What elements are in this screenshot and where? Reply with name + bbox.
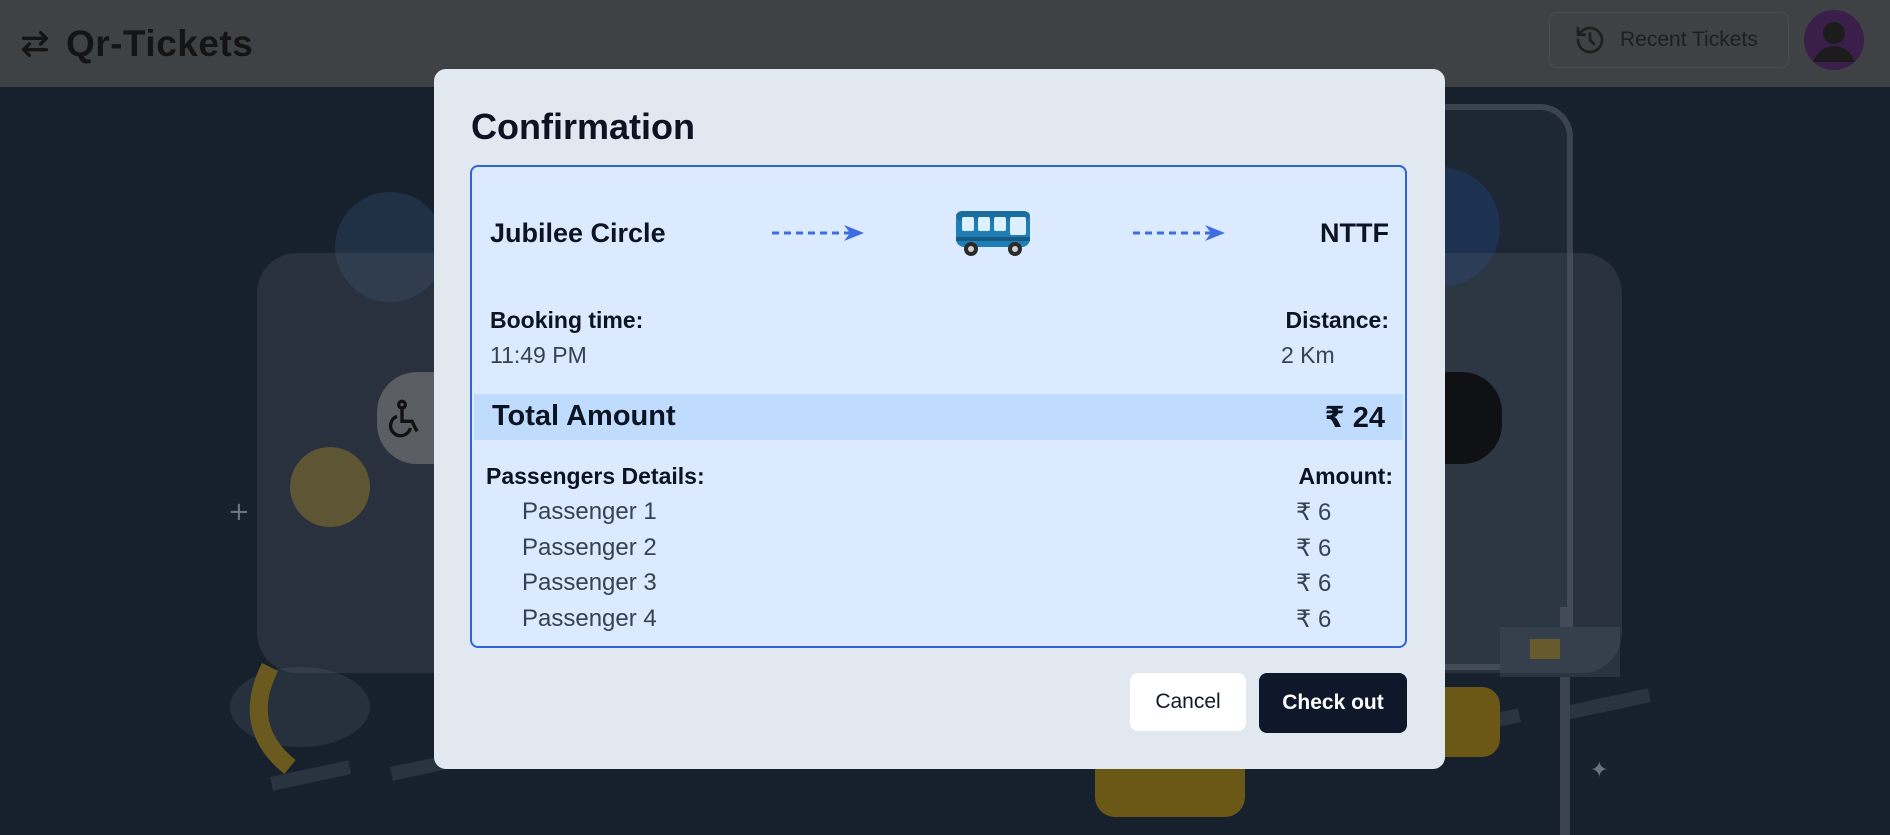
passenger-amount: ₹ 6: [1296, 570, 1332, 597]
passengers-details-label: Passengers Details:: [486, 463, 705, 489]
passenger-name: Passenger 1: [522, 498, 657, 525]
distance-value: 2 Km: [1281, 342, 1335, 368]
route: Jubilee Circle NTTF: [490, 211, 1389, 256]
dashed-arrow-icon: [772, 225, 864, 241]
recent-tickets-button[interactable]: Recent Tickets: [1549, 12, 1789, 68]
history-icon: [1576, 26, 1604, 54]
route-to: NTTF: [1320, 218, 1389, 248]
total-amount-label: Total Amount: [492, 400, 676, 432]
dashed-arrow-icon: [1133, 225, 1225, 241]
swap-arrows-icon: [21, 30, 49, 57]
brand[interactable]: Qr-Tickets: [18, 23, 253, 65]
accessibility-icon: [388, 399, 419, 438]
svg-text:+: +: [228, 497, 250, 527]
dialog-title: Confirmation: [471, 106, 695, 147]
recent-tickets-label: Recent Tickets: [1620, 28, 1758, 51]
passenger-amount: ₹ 6: [1296, 606, 1332, 633]
ticket-summary: Jubilee Circle NTTF Booking time: 11:49 …: [470, 165, 1407, 648]
cancel-button[interactable]: Cancel: [1130, 673, 1246, 731]
booking-time-label: Booking time:: [490, 307, 644, 333]
amount-label: Amount:: [1298, 463, 1393, 489]
svg-text:✦: ✦: [1590, 758, 1608, 783]
app-title: Qr-Tickets: [66, 22, 254, 64]
total-amount-bar: Total Amount ₹ 24: [474, 394, 1403, 440]
passenger-name: Passenger 4: [522, 605, 657, 632]
route-from: Jubilee Circle: [490, 218, 666, 248]
bus-icon: [956, 211, 1030, 256]
checkout-button[interactable]: Check out: [1259, 673, 1407, 733]
confirmation-dialog: Confirmation Jubilee Circle NTTF Booking…: [434, 69, 1445, 769]
passenger-amount: ₹ 6: [1296, 499, 1332, 526]
total-amount-value: ₹ 24: [1324, 402, 1386, 434]
avatar-icon: [1804, 10, 1864, 70]
passenger-amount: ₹ 6: [1296, 535, 1332, 562]
distance-label: Distance:: [1285, 307, 1389, 333]
avatar[interactable]: [1804, 10, 1864, 70]
passenger-name: Passenger 2: [522, 534, 657, 561]
passenger-name: Passenger 3: [522, 569, 657, 596]
booking-time-value: 11:49 PM: [490, 342, 587, 368]
